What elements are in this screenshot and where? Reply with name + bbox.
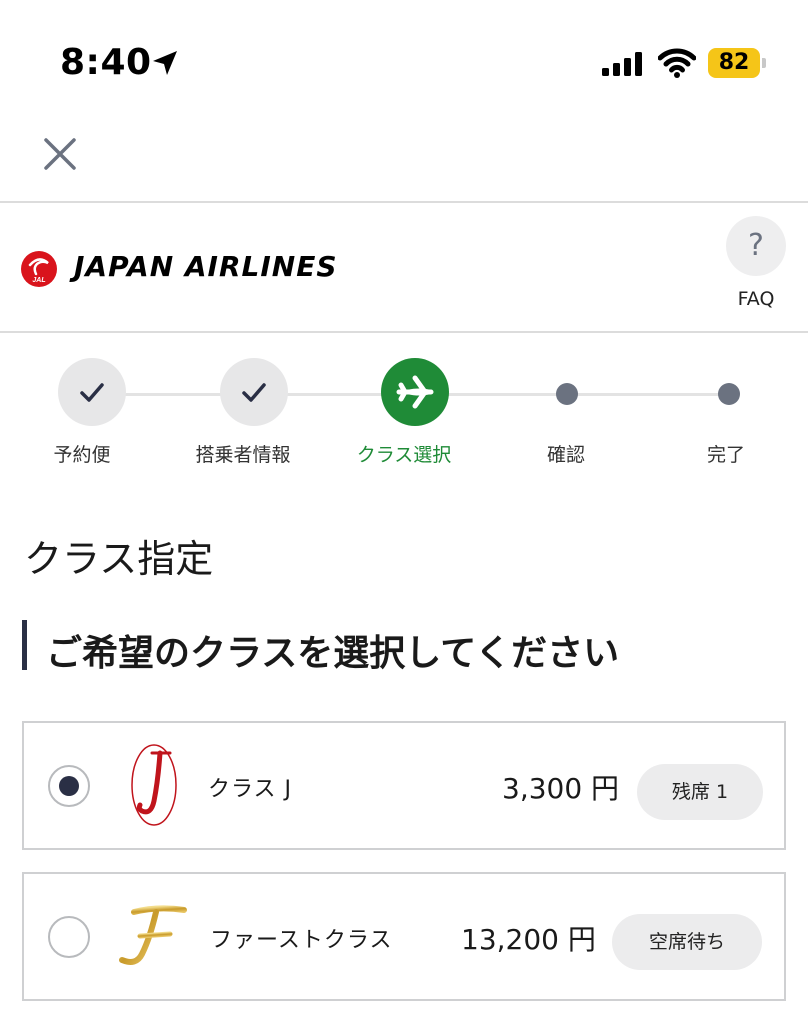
- jal-logo-text: JAL: [32, 277, 45, 284]
- jal-crane-logo: JAL: [21, 251, 57, 287]
- divider: [0, 331, 808, 333]
- battery-level: 82: [718, 50, 750, 75]
- step-5-indicator: [718, 383, 740, 405]
- radio-selected-dot: [59, 776, 79, 796]
- close-icon[interactable]: [38, 132, 82, 176]
- class-j-price: 3,300 円: [502, 772, 620, 805]
- airline-name: JAPAN AIRLINES: [74, 250, 338, 283]
- battery-icon: 82: [708, 48, 766, 78]
- class-j-radio[interactable]: [48, 765, 90, 807]
- first-class-radio[interactable]: [48, 916, 90, 958]
- step-4-indicator: [556, 383, 578, 405]
- first-class-name: ファーストクラス: [210, 928, 393, 953]
- first-class-price: 13,200 円: [461, 923, 596, 956]
- first-class-logo: [119, 905, 187, 965]
- faq-label: FAQ: [737, 288, 775, 310]
- class-j-name: クラス J: [208, 777, 293, 802]
- step-3-indicator: [381, 358, 449, 426]
- step-label-complete: 完了: [706, 444, 745, 466]
- class-j-availability-badge: 残席 1: [637, 764, 763, 820]
- status-time: 8:40: [60, 42, 152, 83]
- divider: [0, 201, 808, 203]
- page-title: クラス指定: [24, 537, 214, 581]
- step-label-booking: 予約便: [53, 444, 111, 466]
- class-selection-screen: 8:40 82 JAL JAPAN AIRLINES ? FAQ 予約便 搭乗者…: [0, 0, 808, 1024]
- faq-button[interactable]: ? FAQ: [726, 216, 786, 310]
- step-2-indicator: [220, 358, 288, 426]
- section-accent-bar: [22, 620, 27, 670]
- check-icon: [242, 383, 266, 402]
- step-label-passenger: 搭乗者情報: [195, 444, 291, 466]
- location-arrow-icon: [153, 51, 177, 75]
- step-label-class: クラス選択: [356, 444, 452, 466]
- cellular-signal-icon: [602, 52, 642, 76]
- class-option-j[interactable]: クラス J 3,300 円 残席 1: [22, 721, 786, 850]
- section-heading: ご希望のクラスを選択してください: [46, 633, 620, 674]
- status-bar: 8:40 82: [0, 0, 808, 110]
- class-j-logo: [131, 744, 177, 826]
- first-class-availability-badge: 空席待ち: [612, 914, 762, 970]
- airplane-icon: [396, 375, 434, 409]
- check-icon: [80, 383, 104, 402]
- wifi-icon: [658, 48, 696, 78]
- step-label-confirm: 確認: [546, 444, 585, 466]
- step-1-indicator: [58, 358, 126, 426]
- question-mark: ?: [748, 228, 764, 263]
- class-option-first[interactable]: ファーストクラス 13,200 円 空席待ち: [22, 872, 786, 1001]
